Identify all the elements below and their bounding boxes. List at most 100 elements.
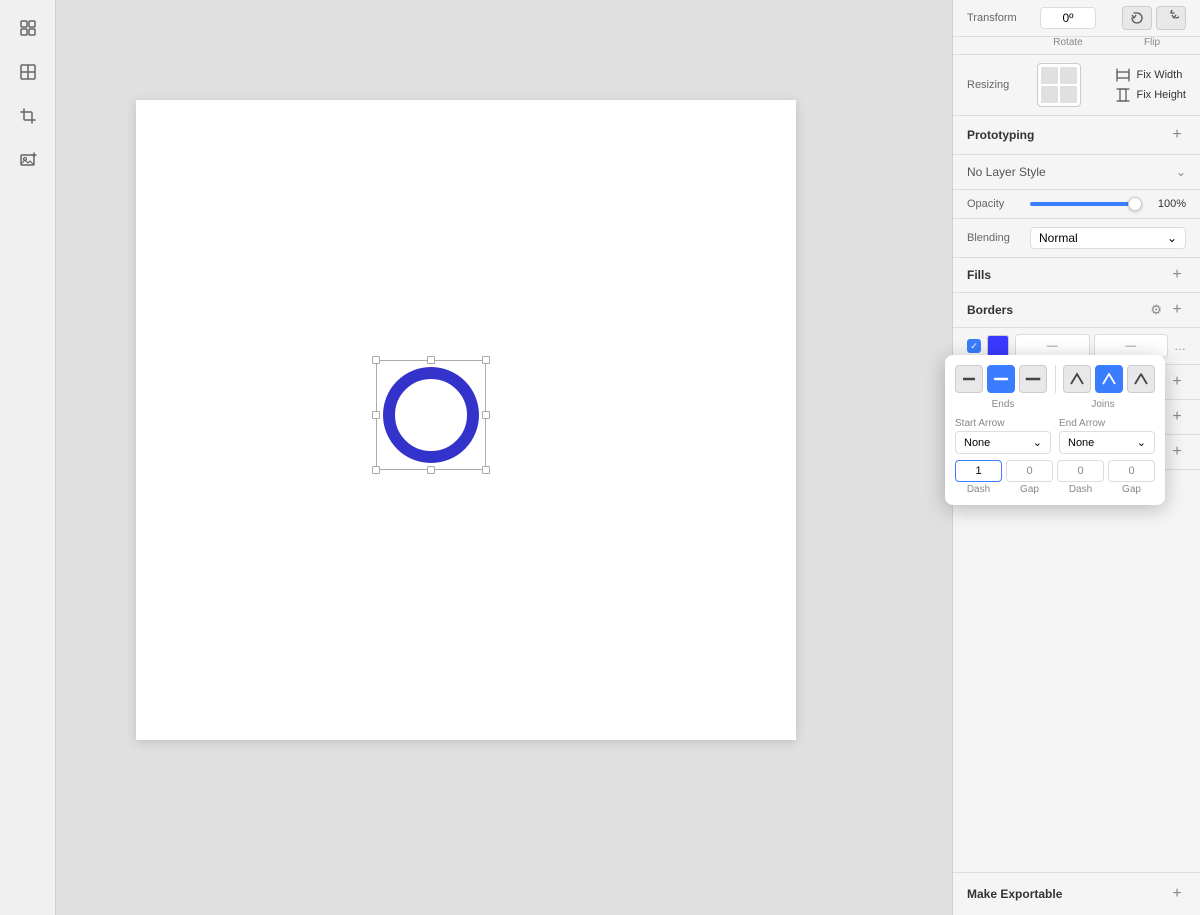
join-bevel-btn[interactable]	[1127, 365, 1155, 393]
add-export-button[interactable]: +	[1168, 885, 1186, 903]
start-arrow-chevron: ⌄	[1033, 436, 1042, 449]
border-color-value: —	[1047, 340, 1058, 352]
start-arrow-label: Start Arrow	[955, 418, 1051, 429]
opacity-slider[interactable]	[1030, 202, 1142, 206]
make-exportable-label: Make Exportable	[967, 887, 1062, 901]
blending-select[interactable]: Normal ⌄	[1030, 227, 1186, 249]
blending-section: Blending Normal ⌄	[953, 219, 1200, 258]
dash-col-1: Dash	[955, 460, 1002, 495]
borders-section: Borders ⚙ +	[953, 293, 1200, 328]
handle-bottom-left[interactable]	[372, 466, 380, 474]
flip-sublabel: Flip	[1118, 37, 1186, 48]
border-color-swatch[interactable]	[987, 335, 1009, 357]
gap-col-1: Gap	[1006, 460, 1053, 495]
rotate-right-btn[interactable]	[1156, 6, 1186, 30]
opacity-value: 100%	[1150, 198, 1186, 210]
handle-middle-left[interactable]	[372, 411, 380, 419]
ends-label: Ends	[955, 399, 1051, 410]
border-width-value: —	[1125, 340, 1136, 352]
end-arrow-value: None	[1068, 437, 1094, 449]
add-prototype-button[interactable]: +	[1168, 126, 1186, 144]
resizing-cell-tr	[1060, 67, 1077, 84]
dash-label-1: Dash	[955, 484, 1002, 495]
borders-settings-icon[interactable]: ⚙	[1150, 302, 1162, 318]
dash-gap-row: Dash Gap Dash Gap	[955, 460, 1155, 495]
left-toolbar	[0, 0, 56, 915]
blending-chevron: ⌄	[1167, 231, 1177, 245]
gap-label-1: Gap	[1006, 484, 1053, 495]
circle-shape-container[interactable]	[376, 360, 486, 470]
dash-input-1[interactable]	[955, 460, 1002, 482]
add-fill-button[interactable]: +	[1168, 266, 1186, 284]
add-shadow-button[interactable]: +	[1168, 373, 1186, 391]
layer-style-text: No Layer Style	[967, 165, 1046, 179]
gap-col-2: Gap	[1108, 460, 1155, 495]
grid-layout-icon[interactable]	[8, 8, 48, 48]
fix-width-label: Fix Width	[1136, 69, 1182, 81]
frame-icon[interactable]	[8, 52, 48, 92]
cap-flat-btn[interactable]	[955, 365, 983, 393]
start-arrow-value: None	[964, 437, 990, 449]
image-add-icon[interactable]	[8, 140, 48, 180]
ends-joins-labels: Ends Joins	[955, 399, 1155, 410]
handle-top-right[interactable]	[482, 356, 490, 364]
gap-input-1[interactable]	[1006, 460, 1053, 482]
join-miter-btn[interactable]	[1063, 365, 1091, 393]
prototyping-label: Prototyping	[967, 128, 1034, 142]
transform-section: Transform 0º	[953, 0, 1200, 37]
cap-square-btn[interactable]	[1019, 365, 1047, 393]
opacity-thumb[interactable]	[1128, 197, 1142, 211]
end-arrow-chevron: ⌄	[1137, 436, 1146, 449]
fix-height-option[interactable]: Fix Height	[1116, 88, 1186, 102]
transform-label: Transform	[967, 12, 1032, 24]
gap-input-2[interactable]	[1108, 460, 1155, 482]
start-arrow-col: Start Arrow None ⌄	[955, 418, 1051, 454]
handle-middle-right[interactable]	[482, 411, 490, 419]
ends-joins-buttons	[955, 365, 1155, 393]
handle-top-left[interactable]	[372, 356, 380, 364]
prototyping-section: Prototyping +	[953, 116, 1200, 155]
border-more-icon: …	[1174, 339, 1186, 353]
resizing-cell-bl	[1041, 86, 1058, 103]
end-arrow-col: End Arrow None ⌄	[1059, 418, 1155, 454]
border-checkbox[interactable]: ✓	[967, 339, 981, 353]
joins-label: Joins	[1051, 399, 1155, 410]
layer-style-section[interactable]: No Layer Style ⌄	[953, 155, 1200, 190]
canvas-area[interactable]	[56, 0, 952, 915]
fix-width-option[interactable]: Fix Width	[1116, 68, 1186, 82]
handle-top-middle[interactable]	[427, 356, 435, 364]
end-arrow-select[interactable]: None ⌄	[1059, 431, 1155, 454]
transform-actions	[1122, 6, 1186, 30]
resizing-label: Resizing	[967, 79, 1027, 91]
add-border-button[interactable]: +	[1168, 301, 1186, 319]
fills-label: Fills	[967, 268, 991, 282]
crop-icon[interactable]	[8, 96, 48, 136]
fix-height-label: Fix Height	[1136, 89, 1186, 101]
layer-style-chevron: ⌄	[1176, 165, 1186, 179]
blending-label: Blending	[967, 232, 1022, 244]
opacity-label: Opacity	[967, 198, 1022, 210]
blending-value: Normal	[1039, 231, 1078, 245]
selection-border	[376, 360, 486, 470]
resizing-box[interactable]	[1037, 63, 1081, 107]
rotate-sublabel: Rotate	[1040, 37, 1096, 48]
cap-divider	[1055, 365, 1056, 393]
cap-round-btn[interactable]	[987, 365, 1015, 393]
rotate-left-btn[interactable]	[1122, 6, 1152, 30]
handle-bottom-right[interactable]	[482, 466, 490, 474]
start-arrow-select[interactable]: None ⌄	[955, 431, 1051, 454]
opacity-slider-container[interactable]	[1030, 202, 1142, 206]
opacity-section: Opacity 100%	[953, 190, 1200, 219]
gap-label-2: Gap	[1108, 484, 1155, 495]
add-inner-shadow-button[interactable]: +	[1168, 408, 1186, 426]
add-gaussian-button[interactable]: +	[1168, 443, 1186, 461]
dash-label-2: Dash	[1057, 484, 1104, 495]
join-round-btn[interactable]	[1095, 365, 1123, 393]
resizing-cell-br	[1060, 86, 1077, 103]
transform-value-input[interactable]: 0º	[1040, 7, 1096, 29]
resizing-cell-tl	[1041, 67, 1058, 84]
dash-input-2[interactable]	[1057, 460, 1104, 482]
handle-bottom-middle[interactable]	[427, 466, 435, 474]
resizing-section: Resizing Fix Width Fix Height	[953, 55, 1200, 116]
make-exportable-section: Make Exportable +	[953, 872, 1200, 915]
